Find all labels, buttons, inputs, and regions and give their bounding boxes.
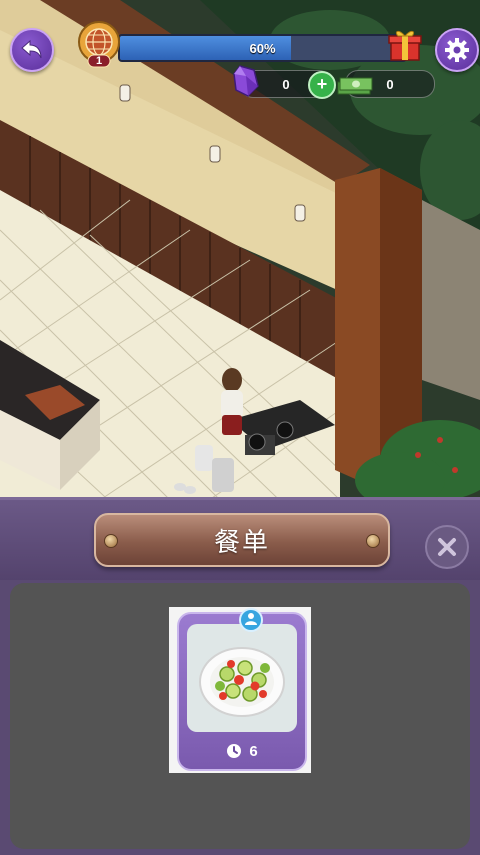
back-button[interactable] xyxy=(10,28,54,72)
gear-icon xyxy=(445,38,469,62)
dish-image xyxy=(187,624,297,732)
dish-time-value: 6 xyxy=(249,742,258,760)
banner-stud-right xyxy=(366,534,380,548)
back-arrow-icon xyxy=(21,39,42,59)
menu-title-banner: 餐单 xyxy=(94,513,390,567)
cash-stack-icon xyxy=(336,72,374,96)
purple-gem-icon xyxy=(232,64,260,98)
clock-icon xyxy=(227,744,242,758)
menu-content-area: 6 xyxy=(10,583,470,849)
gift-button[interactable] xyxy=(386,26,424,64)
cash-count: 0 xyxy=(386,76,394,92)
banner-stud-left xyxy=(104,534,118,548)
menu-title: 餐单 xyxy=(213,526,270,557)
add-gems-button[interactable]: + xyxy=(308,71,336,99)
close-icon xyxy=(438,538,456,556)
dish-slot: 6 xyxy=(169,607,311,773)
level-progress-bar: 60% xyxy=(118,34,407,62)
settings-button[interactable] xyxy=(435,28,479,72)
gift-icon xyxy=(388,30,422,61)
customer-icon xyxy=(239,608,263,632)
menu-panel: 餐单 6 xyxy=(0,497,480,855)
level-badge[interactable]: 1 xyxy=(75,20,123,68)
gem-count: 0 xyxy=(282,76,290,92)
dish-card[interactable]: 6 xyxy=(177,608,307,771)
dish-cook-time: 6 xyxy=(179,740,305,762)
close-button[interactable] xyxy=(425,525,469,569)
level-number: 1 xyxy=(95,55,103,67)
level-progress-text: 60% xyxy=(249,40,276,56)
salad-icon xyxy=(199,647,285,717)
